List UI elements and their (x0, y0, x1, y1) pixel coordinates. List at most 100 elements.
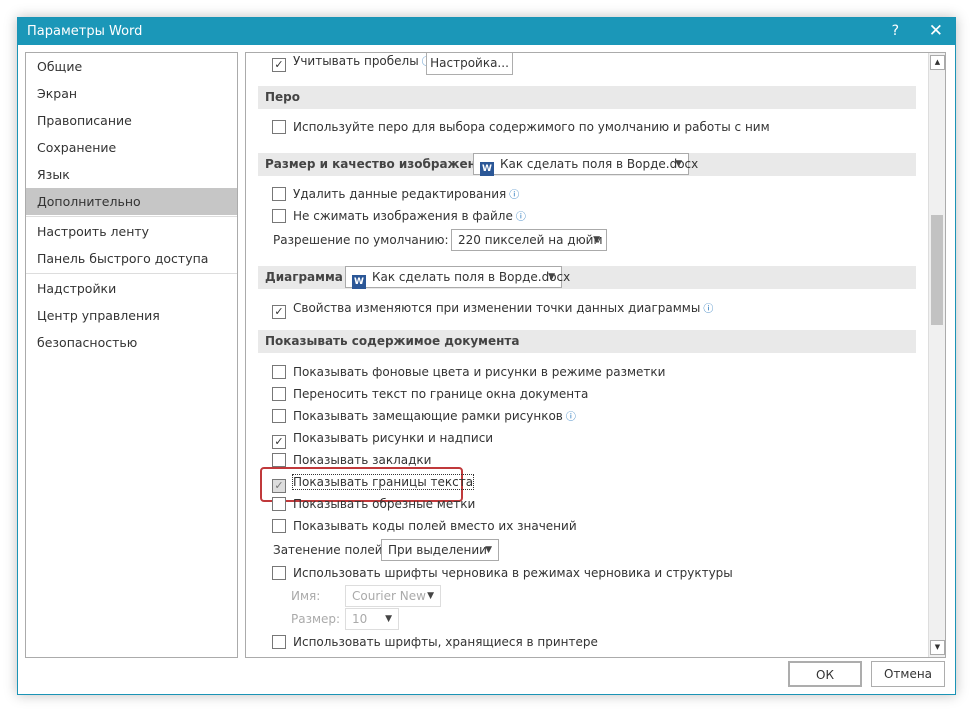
option-row[interactable]: Не сжимать изображения в файле ⓘ (272, 207, 526, 225)
word-document-icon: W (352, 275, 366, 289)
sidebar-item-language[interactable]: Язык (26, 161, 237, 188)
chevron-down-icon: ▼ (427, 591, 434, 601)
option-label: Показывать коды полей вместо их значений (293, 519, 577, 533)
option-row[interactable]: Используйте перо для выбора содержимого … (272, 118, 770, 136)
option-label: Используйте перо для выбора содержимого … (293, 120, 770, 134)
font-name-dropdown[interactable]: Courier New ▼ (345, 585, 441, 607)
checkbox[interactable] (272, 566, 286, 580)
option-row[interactable]: Показывать фоновые цвета и рисунки в реж… (272, 363, 665, 381)
option-label: Использовать шрифты черновика в режимах … (293, 566, 733, 580)
option-label: Учитывать пробелы (293, 54, 419, 68)
option-label: Показывать границы текста (291, 474, 475, 490)
option-label: Свойства изменяются при изменении точки … (293, 301, 701, 315)
section-header-pen: Перо (258, 86, 916, 109)
info-icon: ⓘ (703, 304, 714, 315)
sidebar-item-save[interactable]: Сохранение (26, 134, 237, 161)
sidebar-item-general[interactable]: Общие (26, 53, 237, 80)
checkbox[interactable] (272, 519, 286, 533)
checkbox[interactable] (272, 187, 286, 201)
chevron-down-icon: ▼ (675, 159, 682, 169)
option-label: Показывать замещающие рамки рисунков (293, 409, 563, 423)
scroll-up-arrow-icon[interactable]: ▲ (930, 55, 945, 70)
checkbox[interactable] (272, 209, 286, 223)
sidebar-item-advanced[interactable]: Дополнительно (26, 188, 237, 215)
close-button[interactable]: ✕ (929, 21, 943, 41)
info-icon: ⓘ (565, 412, 576, 423)
chart-document-dropdown[interactable]: W Как сделать поля в Ворде.docx ▼ (345, 266, 570, 289)
option-label: Показывать обрезные метки (293, 497, 476, 511)
checkbox[interactable] (272, 120, 286, 134)
cancel-button[interactable]: Отмена (871, 661, 945, 687)
image-document-dropdown[interactable]: W Как сделать поля в Ворде.docx ▼ (473, 153, 698, 176)
option-row[interactable]: Показывать замещающие рамки рисунков ⓘ (272, 407, 576, 425)
shading-dropdown[interactable]: При выделении ▼ (381, 539, 499, 561)
sidebar-item-quick-access[interactable]: Панель быстрого доступа (26, 245, 237, 272)
option-row[interactable]: Переносить текст по границе окна докумен… (272, 385, 588, 403)
font-name-label: Имя: (291, 589, 321, 603)
checkbox-checked[interactable]: ✓ (272, 58, 286, 72)
help-button[interactable]: ? (892, 23, 899, 39)
resolution-label: Разрешение по умолчанию:ⓘ (273, 231, 462, 249)
scroll-down-arrow-icon[interactable]: ▼ (930, 640, 945, 655)
font-size-dropdown[interactable]: 10 ▼ (345, 608, 399, 630)
chevron-down-icon: ▼ (485, 545, 492, 555)
dropdown-value: При выделении (388, 543, 487, 557)
word-document-icon: W (480, 162, 494, 176)
dropdown-value: 10 (352, 612, 368, 626)
option-label: Переносить текст по границе окна докумен… (293, 387, 589, 401)
divider (26, 216, 237, 217)
dropdown-value: Как сделать поля в Ворде.docx (372, 270, 571, 284)
sidebar-item-proofing[interactable]: Правописание (26, 107, 237, 134)
divider (26, 273, 237, 274)
vertical-scrollbar[interactable]: ▲ ▼ (928, 53, 945, 657)
ok-button[interactable]: ОК (788, 661, 862, 687)
sidebar-item-addins[interactable]: Надстройки (26, 275, 237, 302)
option-row[interactable]: Использовать шрифты черновика в режимах … (272, 564, 733, 582)
chevron-down-icon: ▼ (593, 235, 600, 245)
checkbox[interactable] (272, 387, 286, 401)
sidebar-item-display[interactable]: Экран (26, 80, 237, 107)
options-panel: ✓ Учитывать пробелы ⓘ Настройка... Перо Ис… (245, 52, 946, 658)
checkbox[interactable] (272, 409, 286, 423)
option-row[interactable]: ✓ Свойства изменяются при изменении точки… (272, 299, 714, 319)
section-header-show-content: Показывать содержимое документа (258, 330, 916, 353)
checkbox[interactable] (272, 497, 286, 511)
dropdown-value: 220 пикселей на дюйм (458, 233, 603, 247)
shading-label: Затенение полей: (273, 543, 387, 557)
option-label: Показывать закладки (293, 453, 432, 467)
info-icon: ⓘ (515, 212, 526, 223)
option-row[interactable]: Использовать шрифты, хранящиеся в принте… (272, 633, 598, 651)
checkbox[interactable] (272, 635, 286, 649)
sidebar: Общие Экран Правописание Сохранение Язык… (25, 52, 238, 658)
info-icon: ⓘ (509, 190, 520, 201)
checkbox[interactable] (272, 453, 286, 467)
checkbox-checked[interactable]: ✓ (272, 435, 286, 449)
option-label: Не сжимать изображения в файле (293, 209, 513, 223)
settings-button[interactable]: Настройка... (426, 53, 513, 75)
checkbox[interactable] (272, 365, 286, 379)
option-label: Использовать шрифты, хранящиеся в принте… (293, 635, 598, 649)
dropdown-value: Courier New (352, 589, 426, 603)
font-size-label: Размер: (291, 612, 341, 626)
label: Разрешение по умолчанию: (273, 233, 449, 247)
sidebar-item-customize-ribbon[interactable]: Настроить ленту (26, 218, 237, 245)
chevron-down-icon: ▼ (548, 272, 555, 282)
dialog-title: Параметры Word (27, 24, 143, 39)
checkbox-checked[interactable]: ✓ (272, 305, 286, 319)
option-label: Показывать фоновые цвета и рисунки в реж… (293, 365, 666, 379)
option-label: Удалить данные редактирования (293, 187, 507, 201)
header-label: Размер и качество изображения (265, 157, 493, 171)
option-row[interactable]: ✓ Показывать рисунки и надписи (272, 429, 493, 449)
resolution-dropdown[interactable]: 220 пикселей на дюйм ▼ (451, 229, 607, 251)
sidebar-item-trust-center[interactable]: Центр управления безопасностью (26, 302, 237, 350)
option-row[interactable]: ✓Учитывать пробелыⓘ (272, 53, 432, 72)
option-row[interactable]: Удалить данные редактирования ⓘ (272, 185, 519, 203)
option-row[interactable]: Показывать коды полей вместо их значений (272, 517, 577, 535)
title-bar: Параметры Word ? ✕ (18, 18, 955, 45)
checkbox-checked[interactable]: ✓ (272, 479, 286, 493)
scrollbar-thumb[interactable] (931, 215, 943, 325)
option-row[interactable]: Показывать обрезные метки (272, 495, 475, 513)
dropdown-value: Как сделать поля в Ворде.docx (500, 157, 699, 171)
chevron-down-icon: ▼ (385, 614, 392, 624)
option-row-text-boundaries[interactable]: ✓ Показывать границы текста (272, 473, 475, 493)
